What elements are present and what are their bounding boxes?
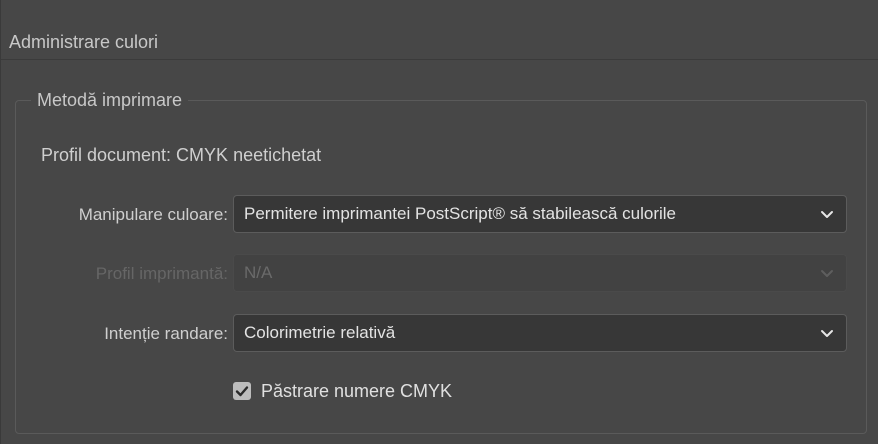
color-handling-value: Permitere imprimantei PostScript® să sta… [244, 204, 677, 223]
color-handling-label: Manipulare culoare: [78, 205, 228, 224]
rendering-intent-dropdown[interactable]: Colorimetrie relativă [233, 314, 847, 352]
section-header[interactable]: Administrare culori [1, 0, 878, 60]
color-management-panel: Administrare culori Metodă imprimare Pro… [0, 0, 878, 444]
rendering-intent-label: Intenție randare: [104, 324, 228, 343]
printer-profile-dropdown: N/A [233, 254, 847, 292]
chevron-down-icon [818, 264, 836, 282]
preserve-cmyk-label: Păstrare numere CMYK [261, 381, 453, 401]
printer-profile-label: Profil imprimantă: [95, 264, 228, 283]
color-handling-dropdown[interactable]: Permitere imprimantei PostScript® să sta… [233, 195, 847, 233]
chevron-down-icon [818, 205, 836, 223]
rendering-intent-value: Colorimetrie relativă [244, 323, 396, 342]
group-title: Metodă imprimare [31, 88, 189, 112]
document-profile-text: Profil document: CMYK neetichetat [41, 145, 322, 165]
checkmark-icon [235, 386, 249, 397]
preserve-cmyk-checkbox[interactable] [233, 382, 251, 400]
printer-profile-value: N/A [244, 263, 273, 282]
chevron-down-icon [818, 324, 836, 342]
section-title: Administrare culori [9, 32, 159, 52]
